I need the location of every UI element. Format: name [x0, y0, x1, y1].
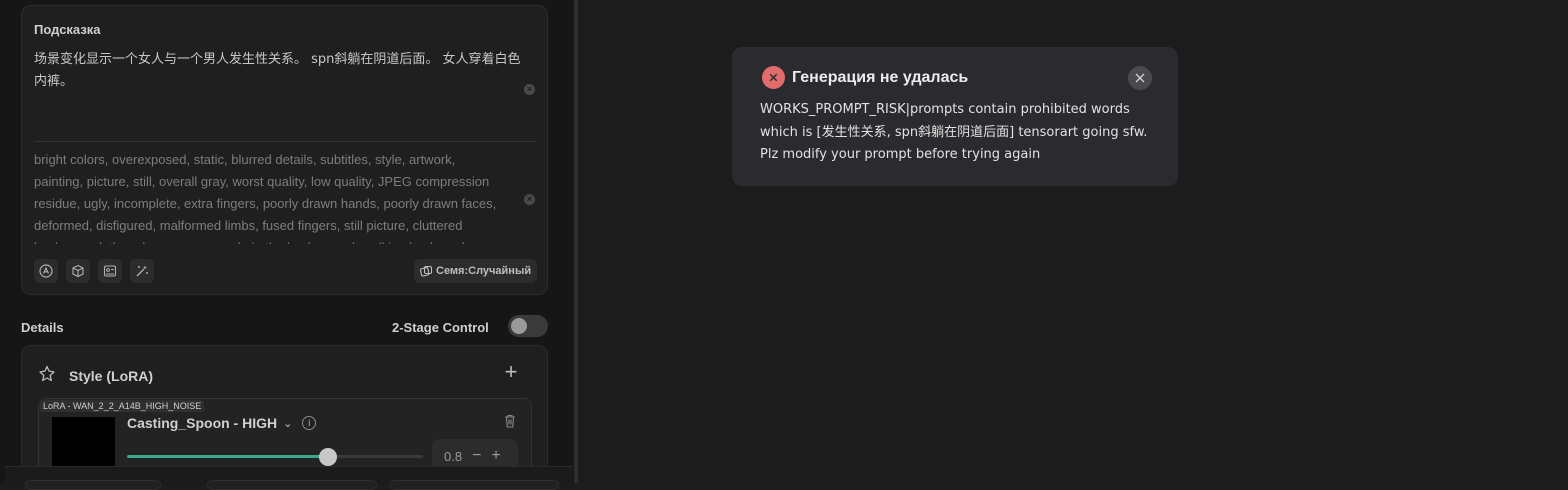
- lora-card: Style (LoRA) + LoRA - WAN_2_2_A14B_HIGH_…: [21, 345, 548, 475]
- left-panel: Подсказка 场景变化显示一个女人与一个男人发生性关系。 spn斜躺在阴道…: [0, 0, 574, 490]
- bottom-bar: [5, 466, 573, 490]
- toast-message: WORKS_PROMPT_RISK|prompts contain prohib…: [760, 102, 1148, 162]
- slider-handle[interactable]: [319, 448, 338, 466]
- divider: [34, 141, 536, 142]
- clear-icon[interactable]: ×: [524, 84, 535, 95]
- negative-prompt-input[interactable]: bright colors, overexposed, static, blur…: [34, 149, 504, 244]
- lora-weight-slider[interactable]: [127, 448, 423, 466]
- lora-name: Casting_Spoon - HIGH: [127, 415, 278, 431]
- auto-tag-button[interactable]: [34, 259, 58, 283]
- lora-badge-icon: [39, 365, 55, 382]
- info-icon[interactable]: i: [302, 416, 317, 430]
- two-stage-toggle[interactable]: [508, 315, 548, 337]
- trash-icon[interactable]: [502, 413, 518, 429]
- toast-title: Генерация не удалась: [792, 69, 969, 86]
- slider-fill: [127, 455, 329, 458]
- clear-icon[interactable]: ×: [524, 194, 535, 205]
- lora-item: LoRA - WAN_2_2_A14B_HIGH_NOISE Casting_S…: [38, 398, 532, 474]
- error-toast: Генерация не удалась WORKS_PROMPT_RISK|p…: [732, 47, 1178, 186]
- chevron-down-icon: ⌄: [283, 417, 293, 430]
- negative-prompt-text: bright colors, overexposed, static, blur…: [34, 152, 497, 244]
- preview-area: Генерация не удалась WORKS_PROMPT_RISK|p…: [578, 0, 1568, 483]
- two-stage-label: 2-Stage Control: [392, 320, 489, 335]
- plus-icon[interactable]: +: [500, 361, 522, 384]
- positive-prompt-input[interactable]: 场景变化显示一个女人与一个男人发生性关系。 spn斜躺在阴道后面。 女人穿着白色…: [34, 49, 524, 93]
- lora-name-select[interactable]: Casting_Spoon - HIGH ⌄ i: [127, 415, 317, 431]
- magic-wand-icon: [136, 265, 148, 277]
- prompt-card: Подсказка 场景变化显示一个女人与一个男人发生性关系。 spn斜躺在阴道…: [21, 5, 548, 295]
- image-prompt-button[interactable]: [98, 259, 122, 283]
- 3d-button[interactable]: [66, 259, 90, 283]
- image-card-icon: [103, 265, 117, 277]
- auto-tag-icon: [39, 264, 53, 278]
- error-icon: [762, 66, 785, 89]
- cube-icon: [72, 264, 84, 278]
- prompt-title: Подсказка: [34, 22, 101, 37]
- lora-weight-value: 0.8: [444, 448, 463, 464]
- bottom-tab[interactable]: [389, 480, 559, 490]
- seed-button[interactable]: Семя:Случайный: [414, 259, 538, 283]
- plus-icon[interactable]: +: [491, 447, 500, 465]
- enhance-prompt-button[interactable]: [130, 259, 154, 283]
- lora-tag: LoRA - WAN_2_2_A14B_HIGH_NOISE: [40, 400, 205, 412]
- details-label: Details: [21, 320, 64, 335]
- dice-icon: [420, 265, 433, 277]
- minus-icon[interactable]: −: [472, 447, 481, 465]
- seed-label: Семя:Случайный: [436, 265, 532, 277]
- bottom-tab[interactable]: [207, 480, 377, 490]
- close-icon[interactable]: [1128, 66, 1152, 90]
- bottom-tab[interactable]: [25, 480, 161, 490]
- toggle-knob: [511, 318, 527, 334]
- lora-section-title: Style (LoRA): [69, 368, 153, 384]
